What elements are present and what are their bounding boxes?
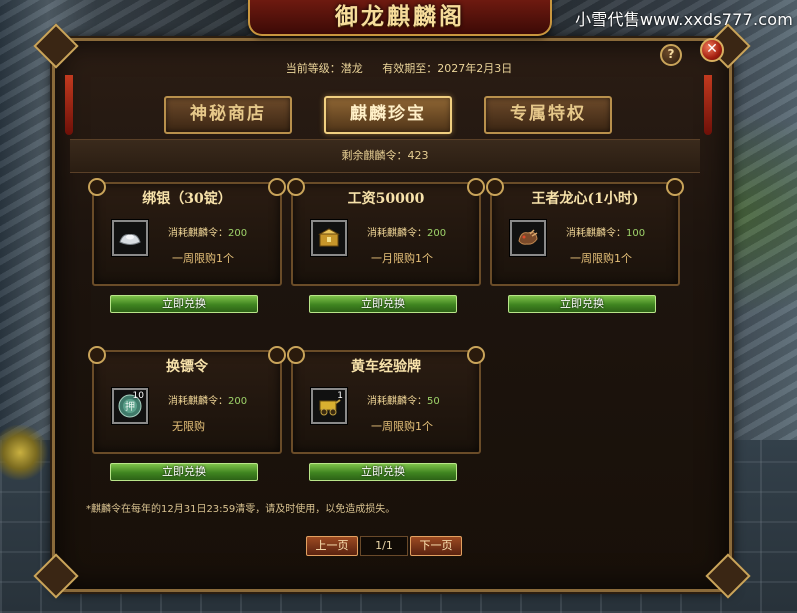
background-gold-pile — [0, 425, 50, 480]
player-info: 当前等级：潜龙 有效期至：2027年2月3日 — [82, 55, 716, 83]
purchase-limit: 无限购 — [172, 420, 205, 433]
exchange-button[interactable]: 立即兑换 — [309, 463, 457, 481]
item-title: 黄车经验牌 — [351, 359, 421, 375]
purchase-limit: 一周限购1个 — [570, 252, 632, 265]
item-card: 王者龙心(1小时) 消耗麒麟令：100 一周限购1个 — [486, 178, 684, 286]
cost-label: 消耗麒麟令： — [367, 396, 427, 407]
cost-value: 200 — [228, 396, 248, 407]
tassel-icon — [65, 75, 73, 135]
item-title: 换镖令 — [166, 359, 208, 375]
item-cost: 消耗麒麟令：50 — [367, 392, 440, 407]
item-slot[interactable]: 1 — [311, 388, 347, 424]
tab-qilin-treasure[interactable]: 麒麟珍宝 — [324, 96, 452, 134]
cost-value: 100 — [626, 228, 646, 239]
item-title: 王者龙心(1小时) — [531, 191, 639, 207]
item-slot[interactable] — [112, 220, 148, 256]
cost-label: 消耗麒麟令： — [367, 228, 427, 239]
reset-note: *麒麟令在每年的12月31日23:59清零，请及时使用，以免造成损失。 — [86, 504, 396, 515]
item-slot[interactable] — [311, 220, 347, 256]
item-slot[interactable]: 押 10 — [112, 388, 148, 424]
watermark: 小雪代售www.xxds777.com — [575, 10, 793, 29]
exchange-button[interactable]: 立即兑换 — [110, 295, 258, 313]
item-quantity: 10 — [132, 391, 144, 401]
page-indicator: 1/1 — [360, 536, 408, 556]
item-cost: 消耗麒麟令：100 — [566, 224, 645, 239]
cost-value: 200 — [427, 228, 447, 239]
cost-label: 消耗麒麟令： — [566, 228, 626, 239]
purchase-limit: 一月限购1个 — [371, 252, 433, 265]
exchange-button[interactable]: 立即兑换 — [309, 295, 457, 313]
item-title: 绑银（30锭） — [142, 191, 232, 207]
tab-exclusive-privilege[interactable]: 专属特权 — [484, 96, 612, 134]
item-quantity: 1 — [337, 391, 343, 401]
window-title: 御龙麒麟阁 — [335, 3, 465, 30]
tab-mystery-shop[interactable]: 神秘商店 — [164, 96, 292, 134]
tassel-icon — [704, 75, 712, 135]
remaining-tokens: 剩余麒麟令：423 — [70, 139, 700, 173]
item-cost: 消耗麒麟令：200 — [168, 224, 247, 239]
expiry-label: 有效期至：2027年2月3日 — [382, 62, 513, 75]
item-slot[interactable] — [510, 220, 546, 256]
cost-label: 消耗麒麟令： — [168, 228, 228, 239]
next-page-button[interactable]: 下一页 — [410, 536, 462, 556]
item-card: 绑银（30锭） 消耗麒麟令：200 一周限购1个 — [88, 178, 286, 286]
item-cost: 消耗麒麟令：200 — [168, 392, 247, 407]
item-card: 换镖令押 10 消耗麒麟令：200 无限购 — [88, 346, 286, 454]
prev-page-button[interactable]: 上一页 — [306, 536, 358, 556]
cost-value: 200 — [228, 228, 248, 239]
exchange-button[interactable]: 立即兑换 — [110, 463, 258, 481]
purchase-limit: 一周限购1个 — [371, 420, 433, 433]
svg-text:押: 押 — [125, 400, 135, 413]
item-card: 工资50000 消耗麒麟令：200 一月限购1个 — [287, 178, 485, 286]
item-cost: 消耗麒麟令：200 — [367, 224, 446, 239]
cost-value: 50 — [427, 396, 440, 407]
exchange-button[interactable]: 立即兑换 — [508, 295, 656, 313]
item-title: 工资50000 — [347, 191, 425, 207]
title-banner: 御龙麒麟阁 — [248, 0, 552, 36]
cost-label: 消耗麒麟令： — [168, 396, 228, 407]
purchase-limit: 一周限购1个 — [172, 252, 234, 265]
level-label: 当前等级：潜龙 — [285, 62, 363, 75]
item-card: 黄车经验牌 1 消耗麒麟令：50 一周限购1个 — [287, 346, 485, 454]
